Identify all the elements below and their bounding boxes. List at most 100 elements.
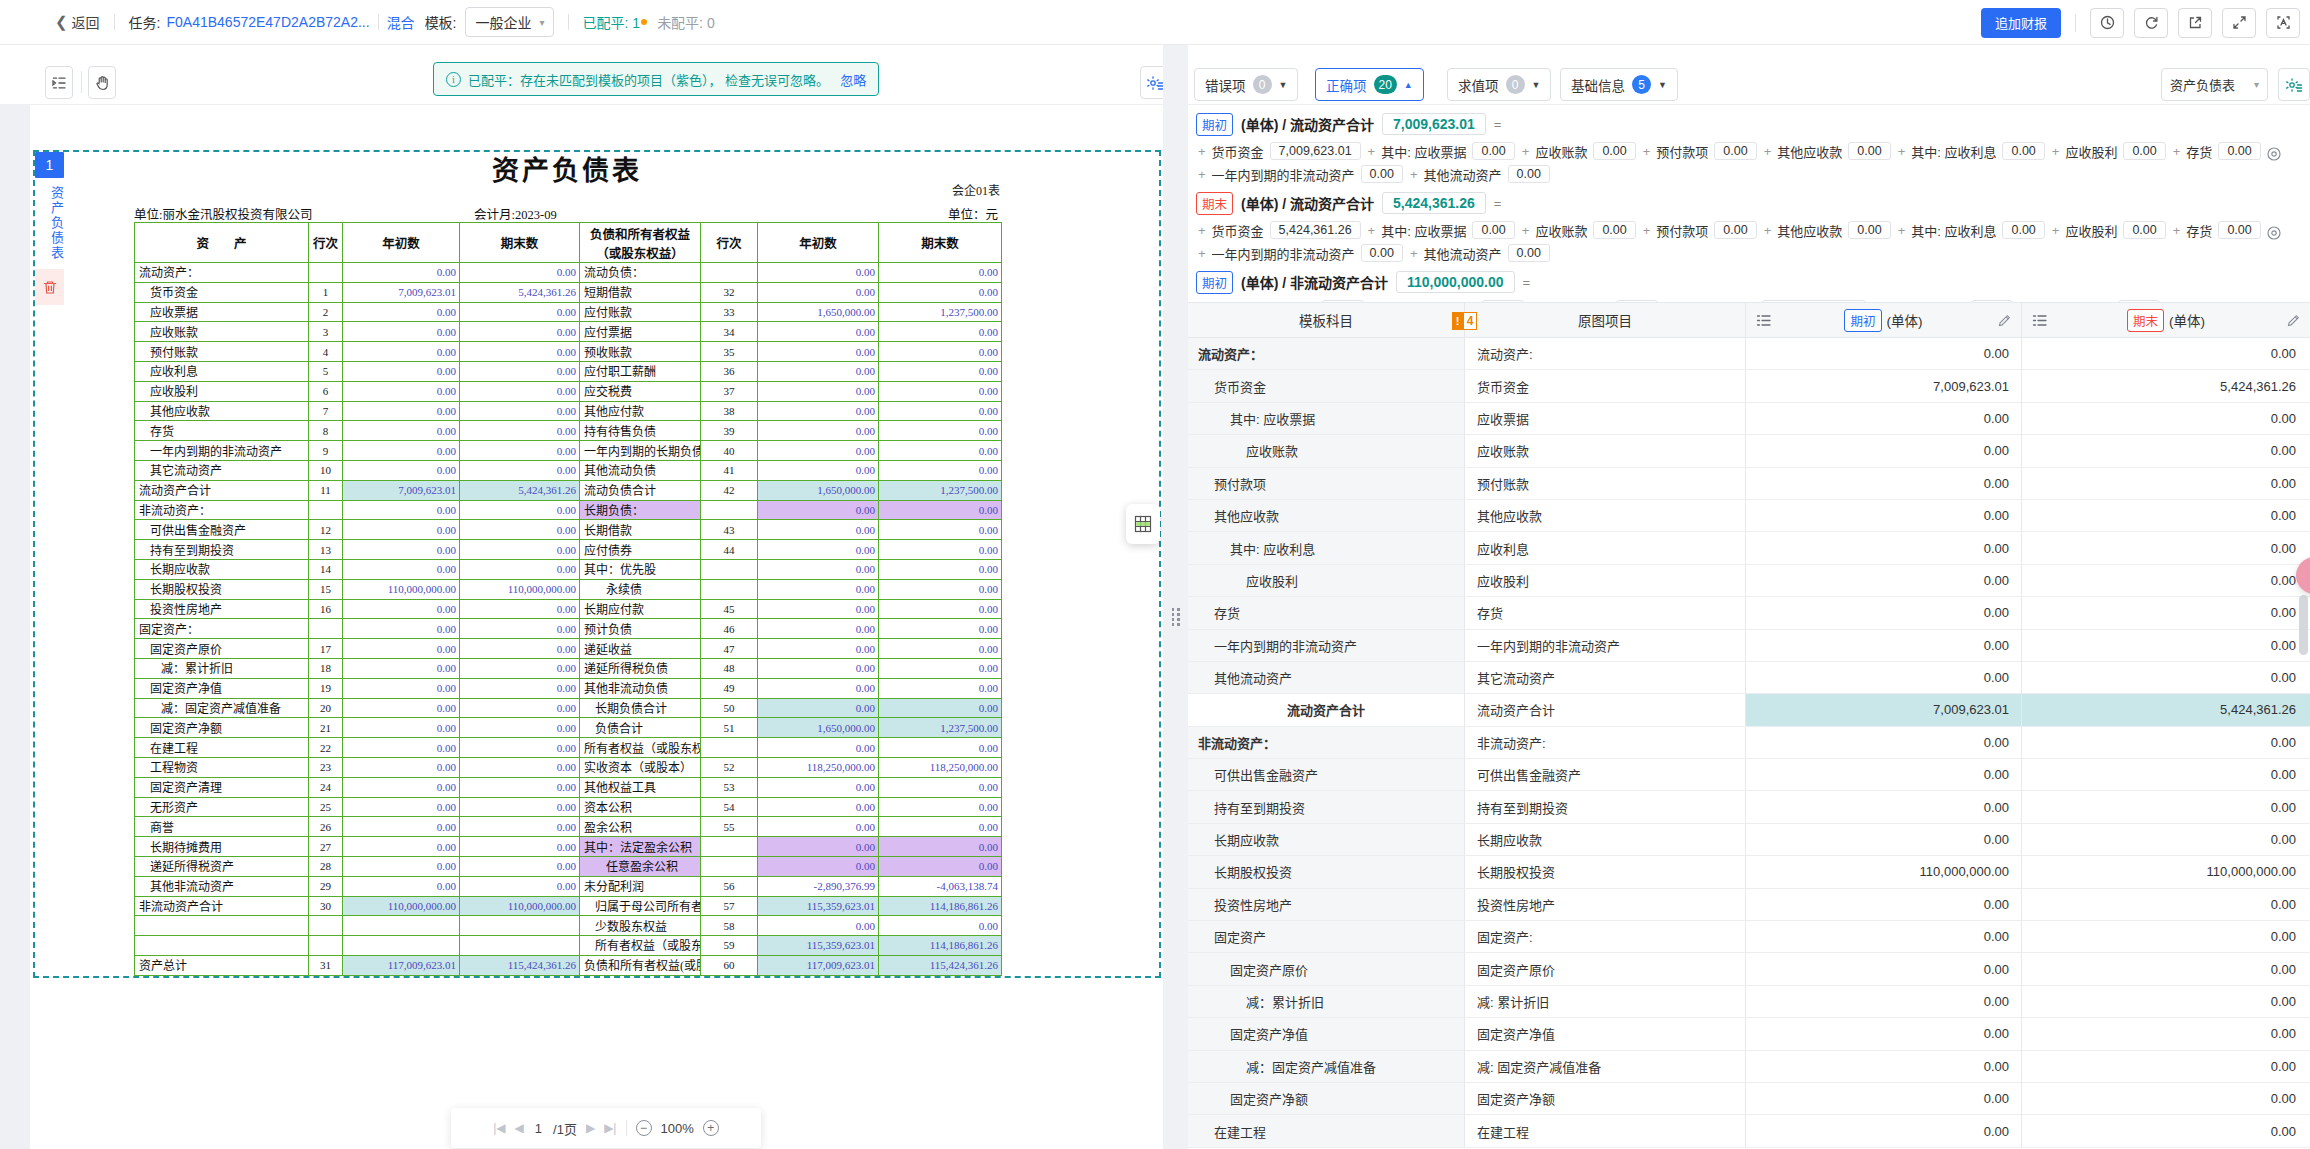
sheet-begin-value[interactable]: 0.00 (343, 381, 460, 401)
mapping-row[interactable]: 应收账款应收账款0.000.00 (1188, 435, 2310, 467)
sheet-begin-value[interactable]: 7,009,623.01 (343, 480, 460, 500)
mapping-row[interactable]: 其他应收款其他应收款0.000.00 (1188, 500, 2310, 532)
mapping-row[interactable]: 其中: 应收利息应收利息0.000.00 (1188, 532, 2310, 564)
sheet-end-value[interactable]: 0.00 (460, 698, 580, 718)
sheet-end-value[interactable]: 0.00 (460, 540, 580, 560)
sheet-end-value[interactable]: 0.00 (879, 441, 1002, 461)
end-value-cell[interactable]: 0.00 (2022, 1083, 2310, 1114)
begin-value-cell[interactable]: 0.00 (1746, 532, 2022, 563)
sheet-end-value[interactable]: 0.00 (460, 856, 580, 876)
sheet-begin-value[interactable]: 0.00 (758, 500, 879, 520)
mapping-row[interactable]: 投资性房地产投资性房地产0.000.00 (1188, 889, 2310, 921)
sheet-end-value[interactable]: 0.00 (460, 837, 580, 857)
mapping-row[interactable]: 固定资产固定资产:0.000.00 (1188, 921, 2310, 953)
begin-value-cell[interactable]: 7,009,623.01 (1746, 370, 2022, 401)
begin-value-cell[interactable]: 0.00 (1746, 565, 2022, 596)
sheet-end-value[interactable]: 0.00 (460, 777, 580, 797)
template-subject-cell[interactable]: 流动资产合计 (1188, 694, 1465, 725)
sheet-begin-value[interactable]: 0.00 (343, 342, 460, 362)
sheet-end-value[interactable]: 0.00 (879, 579, 1002, 599)
sheet-end-value[interactable]: 0.00 (460, 757, 580, 777)
sheet-item-name[interactable]: 其中：法定盈余公积 (580, 837, 701, 857)
sheet-begin-value[interactable] (343, 916, 460, 936)
sheet-end-value[interactable]: 0.00 (460, 559, 580, 579)
sheet-end-value[interactable]: 0.00 (460, 342, 580, 362)
sheet-end-value[interactable]: 115,424,361.26 (879, 955, 1002, 975)
sheet-end-value[interactable]: 0.00 (879, 658, 1002, 678)
sheet-item-name[interactable]: 应付职工薪酬 (580, 361, 701, 381)
sheet-end-value[interactable]: 0.00 (460, 678, 580, 698)
end-value-cell[interactable]: 0.00 (2022, 1051, 2310, 1082)
mapping-row[interactable]: 固定资产净值固定资产净值0.000.00 (1188, 1018, 2310, 1050)
sheet-end-value[interactable]: 0.00 (460, 263, 580, 283)
begin-value-cell[interactable]: 0.00 (1746, 597, 2022, 628)
grid-toggle-button[interactable] (1126, 504, 1160, 544)
sheet-tab[interactable]: 1 资产负债表 (35, 152, 64, 305)
template-subject-cell[interactable]: 长期应收款 (1188, 824, 1465, 855)
sheet-begin-value[interactable]: 0.00 (343, 658, 460, 678)
sheet-begin-value[interactable]: 110,000,000.00 (343, 579, 460, 599)
template-subject-cell[interactable]: 应收股利 (1188, 565, 1465, 596)
sheet-item-name[interactable]: 投资性房地产 (135, 599, 309, 619)
sheet-end-value[interactable]: 0.00 (879, 619, 1002, 639)
original-item-cell[interactable]: 非流动资产: (1465, 727, 1746, 758)
sheet-begin-value[interactable]: 115,359,623.01 (758, 936, 879, 956)
formula-item-value[interactable]: 0.00 (2123, 221, 2165, 239)
sheet-item-name[interactable]: 固定资产： (135, 619, 309, 639)
original-item-cell[interactable]: 减: 固定资产减值准备 (1465, 1051, 1746, 1082)
template-subject-cell[interactable]: 存货 (1188, 597, 1465, 628)
sheet-item-name[interactable]: 应收股利 (135, 381, 309, 401)
sheet-item-name[interactable]: 递延所得税资产 (135, 856, 309, 876)
original-item-cell[interactable]: 可供出售金融资产 (1465, 759, 1746, 790)
template-subject-cell[interactable]: 其中: 应收利息 (1188, 532, 1465, 563)
sheet-item-name[interactable]: 流动资产： (135, 263, 309, 283)
template-subject-cell[interactable]: 可供出售金融资产 (1188, 759, 1465, 790)
sheet-end-value[interactable]: 0.00 (460, 520, 580, 540)
original-item-cell[interactable]: 投资性房地产 (1465, 889, 1746, 920)
sheet-begin-value[interactable]: 117,009,623.01 (343, 955, 460, 975)
sheet-item-name[interactable]: 少数股东权益 (580, 916, 701, 936)
sheet-begin-value[interactable]: 0.00 (343, 856, 460, 876)
sheet-end-value[interactable]: 0.00 (460, 500, 580, 520)
sheet-item-name[interactable]: 无形资产 (135, 797, 309, 817)
sheet-item-name[interactable]: 短期借款 (580, 282, 701, 302)
original-item-cell[interactable]: 流动资产: (1465, 338, 1746, 369)
formula-item-value[interactable]: 0.00 (2218, 221, 2260, 239)
begin-value-cell[interactable]: 0.00 (1746, 403, 2022, 434)
sheet-end-value[interactable]: 0.00 (460, 797, 580, 817)
end-value-cell[interactable]: 0.00 (2022, 500, 2310, 531)
original-item-cell[interactable]: 流动资产合计 (1465, 694, 1746, 725)
template-subject-cell[interactable]: 减：固定资产减值准备 (1188, 1051, 1465, 1082)
sheet-begin-value[interactable]: 0.00 (343, 361, 460, 381)
sheet-item-name[interactable] (135, 936, 309, 956)
list-icon[interactable] (1756, 314, 1771, 327)
sheet-item-name[interactable]: 其他权益工具 (580, 777, 701, 797)
sheet-begin-value[interactable]: 0.00 (343, 500, 460, 520)
mapping-row[interactable]: 流动资产：流动资产:0.000.00 (1188, 338, 2310, 370)
sheet-item-name[interactable]: 固定资产原价 (135, 639, 309, 659)
original-item-cell[interactable]: 其它流动资产 (1465, 662, 1746, 693)
sheet-end-value[interactable]: 5,424,361.26 (460, 282, 580, 302)
filter-tab-3[interactable]: 求值项0▼ (1447, 68, 1551, 101)
formula-item-value[interactable]: 0.00 (1593, 221, 1635, 239)
sheet-end-value[interactable]: 0.00 (460, 460, 580, 480)
sheet-end-value[interactable]: 0.00 (460, 361, 580, 381)
mapping-row[interactable]: 非流动资产：非流动资产:0.000.00 (1188, 727, 2310, 759)
begin-value-cell[interactable]: 0.00 (1746, 435, 2022, 466)
begin-value-cell[interactable]: 7,009,623.01 (1746, 694, 2022, 725)
sheet-begin-value[interactable]: 0.00 (343, 263, 460, 283)
formula-item-value[interactable]: 0.00 (2002, 142, 2044, 160)
sheet-begin-value[interactable]: 0.00 (343, 599, 460, 619)
original-item-cell[interactable]: 其他应收款 (1465, 500, 1746, 531)
sheet-begin-value[interactable]: -2,890,376.99 (758, 876, 879, 896)
sheet-end-value[interactable]: 0.00 (879, 263, 1002, 283)
sheet-item-name[interactable]: 应收账款 (135, 322, 309, 342)
sheet-begin-value[interactable]: 0.00 (758, 579, 879, 599)
sheet-begin-value[interactable]: 0.00 (343, 302, 460, 322)
sheet-begin-value[interactable]: 0.00 (758, 658, 879, 678)
sheet-end-value[interactable]: 0.00 (460, 876, 580, 896)
begin-value-cell[interactable]: 0.00 (1746, 921, 2022, 952)
end-value-cell[interactable]: 0.00 (2022, 986, 2310, 1017)
mapping-row[interactable]: 存货存货0.000.00 (1188, 597, 2310, 629)
zoom-in-button[interactable]: + (703, 1120, 719, 1136)
